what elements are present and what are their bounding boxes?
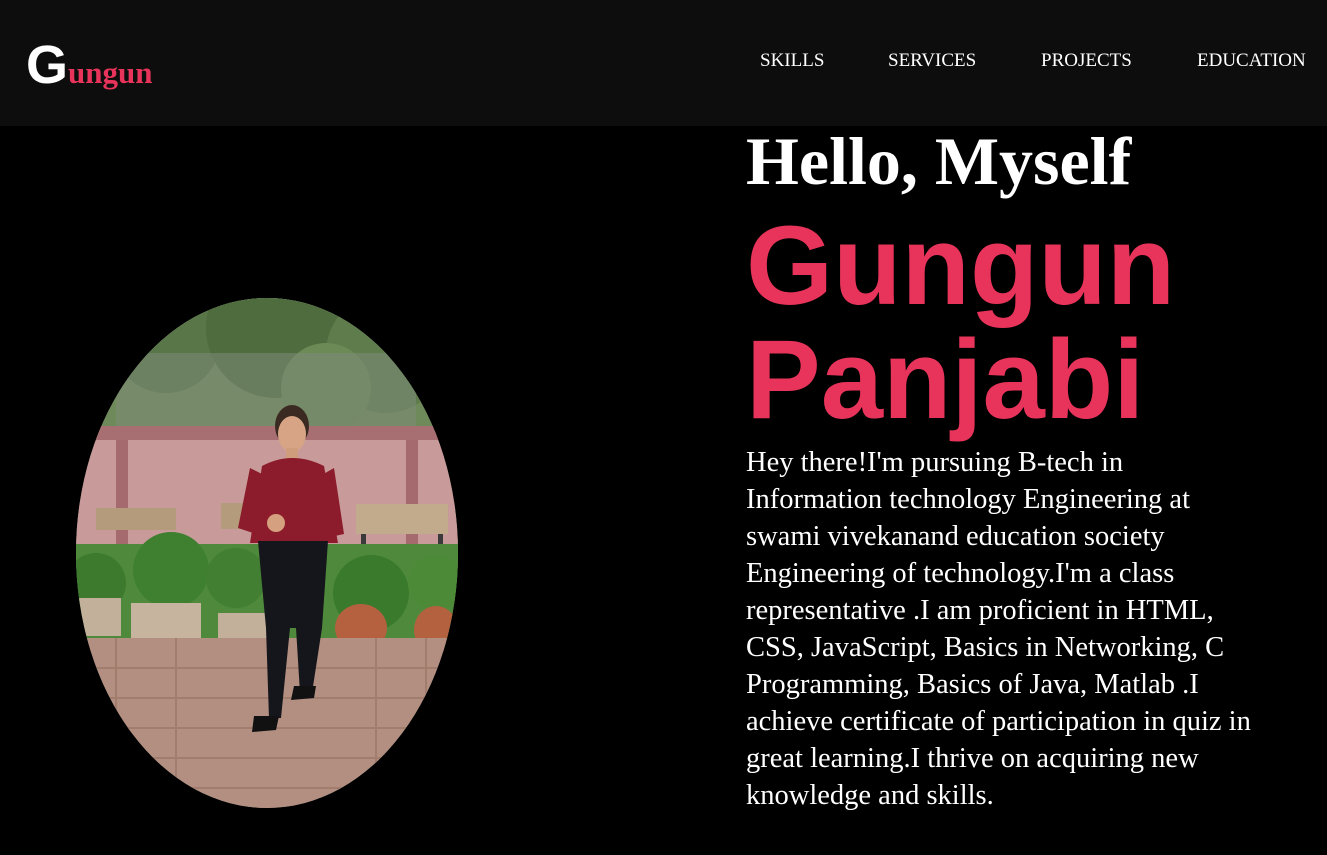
nav-link-education[interactable]: EDUCATION [1197, 50, 1306, 72]
profile-photo-illustration [76, 298, 458, 808]
navbar: Gungun SKILLS SERVICES PROJECTS EDUCATIO… [0, 0, 1327, 126]
nav-link-projects[interactable]: PROJECTS [1041, 50, 1132, 72]
hero-last-name: Panjabi [746, 317, 1145, 442]
hero-first-name: Gungun [746, 203, 1176, 328]
logo-initial: G [26, 35, 69, 95]
hero-bio: Hey there!I'm pursuing B-tech in Informa… [746, 447, 1251, 811]
logo[interactable]: Gungun [26, 34, 152, 96]
hero-greeting: Hello, Myself [746, 123, 1132, 199]
profile-photo [76, 298, 458, 808]
hero-name: Gungun Panjabi [746, 209, 1175, 437]
nav-link-skills[interactable]: SKILLS [760, 50, 824, 72]
logo-text: ungun [68, 55, 153, 90]
nav-link-services[interactable]: SERVICES [888, 50, 976, 72]
